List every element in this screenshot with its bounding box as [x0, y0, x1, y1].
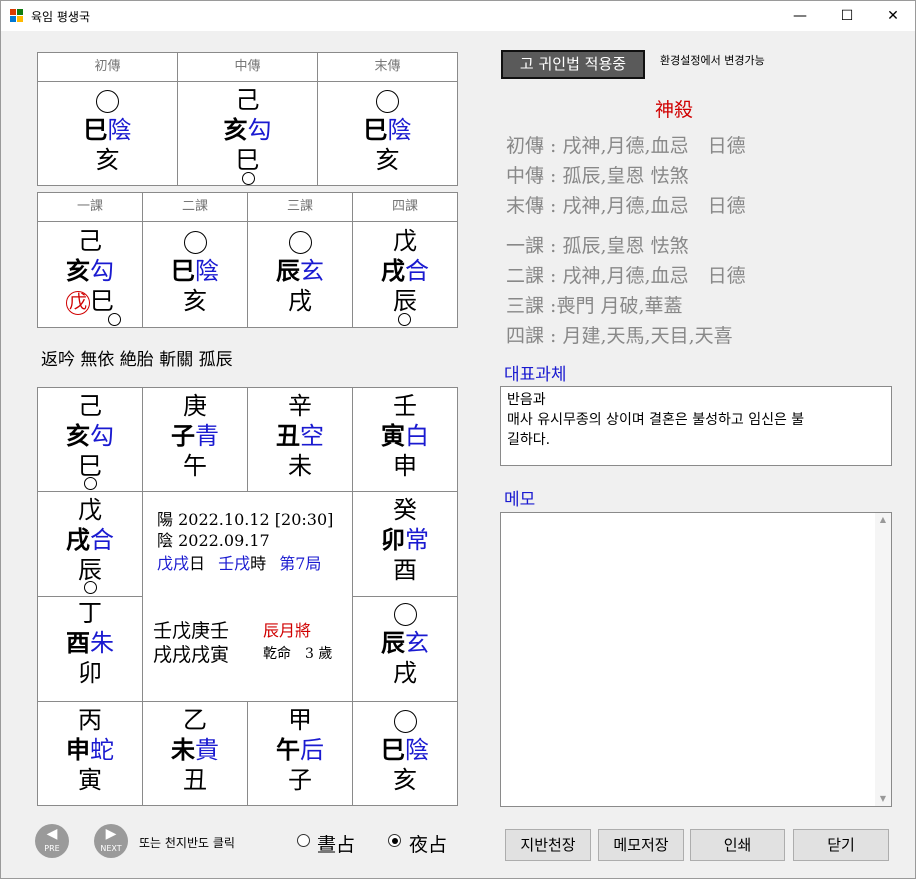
close-button[interactable]: 닫기: [793, 829, 889, 861]
minimize-icon[interactable]: —: [777, 1, 823, 31]
noble-method-button[interactable]: 고 귀인법 적용중: [501, 50, 645, 79]
maximize-icon[interactable]: ☐: [824, 1, 870, 31]
small-circle-icon: [242, 172, 255, 185]
night-divination-label[interactable]: 夜占: [409, 830, 447, 857]
board-button[interactable]: 지반천장: [505, 829, 591, 861]
scroll-down-icon[interactable]: ▼: [875, 792, 891, 806]
board-cell-hai[interactable]: 巳陰 亥: [352, 701, 458, 806]
print-button[interactable]: 인쇄: [690, 829, 785, 861]
arrow-right-icon: ▶: [105, 826, 117, 842]
shensha-title: 神殺: [655, 99, 694, 121]
day-divination-radio[interactable]: [297, 834, 310, 847]
shensha-lesson-1: 一課 : 孤辰,皇恩 怯煞: [506, 235, 689, 257]
empty-circle-icon: [393, 710, 417, 733]
small-circle-icon: [398, 313, 411, 326]
board-center-info: 陽 2022.10.12 [20:30] 陰 2022.09.17 戊戌日 壬戌…: [142, 491, 353, 702]
memo-textarea[interactable]: ▲ ▼: [500, 512, 892, 807]
empty-circle-icon: [96, 90, 119, 113]
board-cell-si[interactable]: 己 亥勾 巳: [37, 387, 143, 492]
representative-textbox[interactable]: 반음과 매사 유시무종의 상이며 결혼은 불성하고 임신은 불 길하다.: [500, 386, 892, 466]
empty-circle-icon: [183, 231, 207, 254]
small-circle-icon: [84, 477, 97, 490]
representative-label: 대표과체: [504, 365, 567, 385]
arrow-left-icon: ◀: [46, 826, 58, 842]
board-cell-wu[interactable]: 庚 子青 午: [142, 387, 248, 492]
memo-label: 메모: [504, 490, 536, 510]
shensha-first-transmission: 初傳 : 戌神,月德,血忌 日德: [506, 135, 746, 157]
empty-circle-icon: [376, 90, 399, 113]
memo-scrollbar[interactable]: ▲ ▼: [875, 513, 891, 806]
nav-hint: 또는 천지반도 클릭: [139, 836, 235, 850]
day-divination-label[interactable]: 晝占: [317, 830, 355, 857]
middle-transmission-cell[interactable]: 己 亥勾 巳: [177, 81, 318, 186]
board-cell-xu[interactable]: 辰玄 戌: [352, 596, 458, 702]
heaven-earth-board[interactable]: 己 亥勾 巳 庚 子青 午 辛 丑空 未 壬 寅白 申 戊 戌合 辰 陽 202…: [37, 387, 458, 806]
next-button[interactable]: ▶ NEXT: [94, 824, 128, 858]
lessons-table[interactable]: 一課 二課 三課 四課 己 亥勾 戊巳 巳陰 亥 辰玄 戌 戊 戌合 辰: [37, 192, 458, 328]
board-cell-chou[interactable]: 乙 未貴 丑: [142, 701, 248, 806]
board-cell-mao[interactable]: 丁 酉朱 卯: [37, 596, 143, 702]
shensha-middle-transmission: 中傳 : 孤辰,皇恩 怯煞: [506, 165, 689, 187]
small-circle-icon: [84, 581, 97, 594]
mode-hint: 환경설정에서 변경가능: [660, 54, 765, 67]
lesson-1-cell[interactable]: 己 亥勾 戊巳: [37, 221, 143, 328]
empty-circle-icon: [393, 603, 417, 626]
scroll-up-icon[interactable]: ▲: [875, 513, 891, 527]
title-bar: 육임 평생국 — ☐ ✕: [1, 1, 915, 31]
night-divination-radio[interactable]: [388, 834, 401, 847]
first-transmission-cell[interactable]: 巳陰 亥: [37, 81, 178, 186]
small-circle-icon: [108, 313, 121, 326]
window-title: 육임 평생국: [31, 10, 91, 24]
lesson-2-cell[interactable]: 巳陰 亥: [142, 221, 248, 328]
header-lesson-2: 二課: [142, 192, 248, 222]
app-icon: [10, 9, 24, 23]
header-lesson-1: 一課: [37, 192, 143, 222]
header-last-transmission: 末傳: [317, 52, 458, 82]
board-cell-zi[interactable]: 甲 午后 子: [247, 701, 353, 806]
save-memo-button[interactable]: 메모저장: [598, 829, 684, 861]
last-transmission-cell[interactable]: 巳陰 亥: [317, 81, 458, 186]
main-window: 육임 평생국 — ☐ ✕ 初傳 中傳 末傳 巳陰 亥 己 亥勾 巳 巳陰 亥 一…: [0, 0, 916, 879]
header-lesson-3: 三課: [247, 192, 353, 222]
shensha-lesson-3: 三課 :喪門 月破,華蓋: [506, 295, 683, 317]
board-cell-yin[interactable]: 丙 申蛇 寅: [37, 701, 143, 806]
board-cell-shen[interactable]: 壬 寅白 申: [352, 387, 458, 492]
empty-circle-icon: [288, 231, 312, 254]
board-cell-chen[interactable]: 戊 戌合 辰: [37, 491, 143, 597]
close-icon[interactable]: ✕: [870, 1, 916, 31]
lesson-3-cell[interactable]: 辰玄 戌: [247, 221, 353, 328]
shensha-lesson-2: 二課 : 戌神,月德,血忌 日德: [506, 265, 746, 287]
red-circled-stem: 戊: [66, 290, 90, 315]
shensha-lesson-4: 四課 : 月建,天馬,天目,天喜: [506, 325, 733, 347]
lesson-4-cell[interactable]: 戊 戌合 辰: [352, 221, 458, 328]
shensha-last-transmission: 末傳 : 戌神,月德,血忌 日德: [506, 195, 746, 217]
header-first-transmission: 初傳: [37, 52, 178, 82]
pattern-list: 返吟 無依 絶胎 斬關 孤辰: [41, 350, 233, 370]
header-lesson-4: 四課: [352, 192, 458, 222]
prev-button[interactable]: ◀ PRE: [35, 824, 69, 858]
header-middle-transmission: 中傳: [177, 52, 318, 82]
board-cell-wei[interactable]: 辛 丑空 未: [247, 387, 353, 492]
board-cell-you[interactable]: 癸 卯常 酉: [352, 491, 458, 597]
transmissions-table[interactable]: 初傳 中傳 末傳 巳陰 亥 己 亥勾 巳 巳陰 亥: [37, 52, 458, 186]
